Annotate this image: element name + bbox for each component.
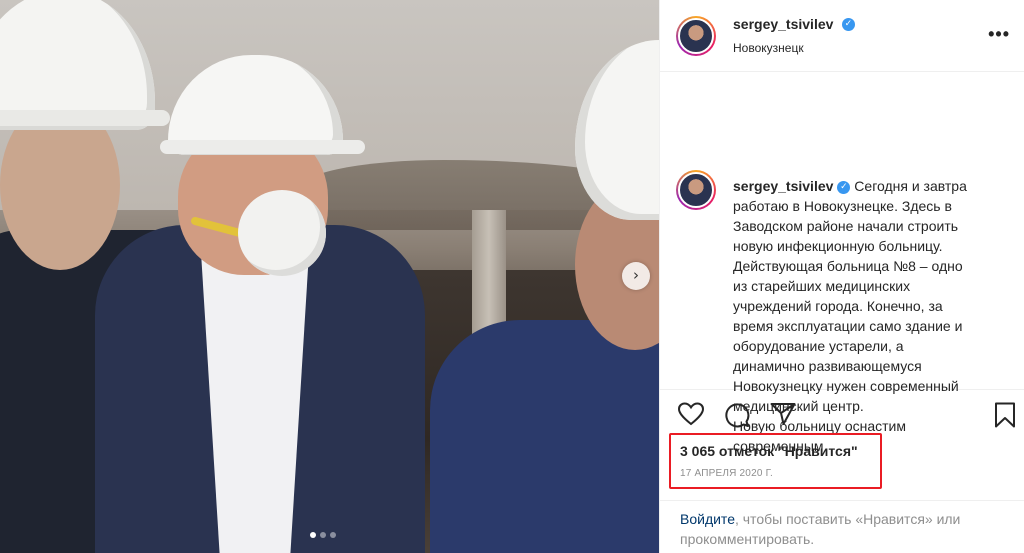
- caption-line: из старейших медицинских: [733, 278, 911, 294]
- verified-badge-icon: ✓: [841, 18, 855, 32]
- respirator-mask: [238, 190, 326, 276]
- bookmark-icon[interactable]: [994, 402, 1016, 428]
- caption-line: Заводском районе начали строить: [733, 218, 959, 234]
- caption-line: динамично развивающемуся: [733, 358, 922, 374]
- heart-icon[interactable]: [678, 402, 704, 426]
- avatar[interactable]: [676, 16, 716, 56]
- more-options-icon[interactable]: •••: [988, 24, 1010, 45]
- caption-line: учреждений города. Конечно, за: [733, 298, 943, 314]
- post-header: sergey_tsivilev ✓ Новокузнецк •••: [660, 0, 1024, 72]
- caption-first-line: sergey_tsivilev ✓ Сегодня и завтра: [733, 176, 998, 196]
- person-center-helmet-brim: [160, 140, 365, 154]
- post-photo: ›: [0, 0, 659, 553]
- caption-line: Сегодня и завтра: [854, 178, 967, 194]
- caption-line: оборудование устарели, а: [733, 338, 904, 354]
- post-side-panel: sergey_tsivilev ✓ Новокузнецк ••• sergey…: [659, 0, 1024, 553]
- caption-line: новую инфекционную больницу.: [733, 238, 943, 254]
- caption-username[interactable]: sergey_tsivilev: [733, 178, 833, 194]
- verified-badge-icon: ✓: [837, 180, 851, 194]
- carousel-dot: [330, 532, 336, 538]
- caption-line: Действующая больница №8 – одно: [733, 258, 963, 274]
- caption-line: работаю в Новокузнецке. Здесь в: [733, 198, 952, 214]
- chevron-right-icon: ›: [633, 266, 639, 284]
- post-location[interactable]: Новокузнецк: [733, 41, 804, 55]
- carousel-dot: [310, 532, 316, 538]
- carousel-dots: [310, 532, 336, 538]
- post-actions: [660, 390, 1024, 438]
- person-left-helmet-brim: [0, 110, 170, 126]
- caption-line: время эксплуатации само здание и: [733, 318, 963, 334]
- caption-avatar[interactable]: [676, 170, 716, 210]
- carousel-next-button[interactable]: ›: [622, 262, 650, 290]
- login-link[interactable]: Войдите: [680, 511, 735, 527]
- header-username-row: sergey_tsivilev ✓: [733, 16, 855, 34]
- likes-highlight-box: [669, 433, 882, 489]
- caption-area: sergey_tsivilev ✓ Сегодня и завтра работа…: [660, 72, 1024, 454]
- login-prompt: Войдите, чтобы поставить «Нравится» или …: [660, 500, 1024, 553]
- comment-icon[interactable]: [724, 402, 750, 428]
- share-icon[interactable]: [770, 402, 796, 426]
- carousel-dot: [320, 532, 326, 538]
- person-right-jacket: [430, 320, 659, 553]
- header-username[interactable]: sergey_tsivilev: [733, 16, 833, 32]
